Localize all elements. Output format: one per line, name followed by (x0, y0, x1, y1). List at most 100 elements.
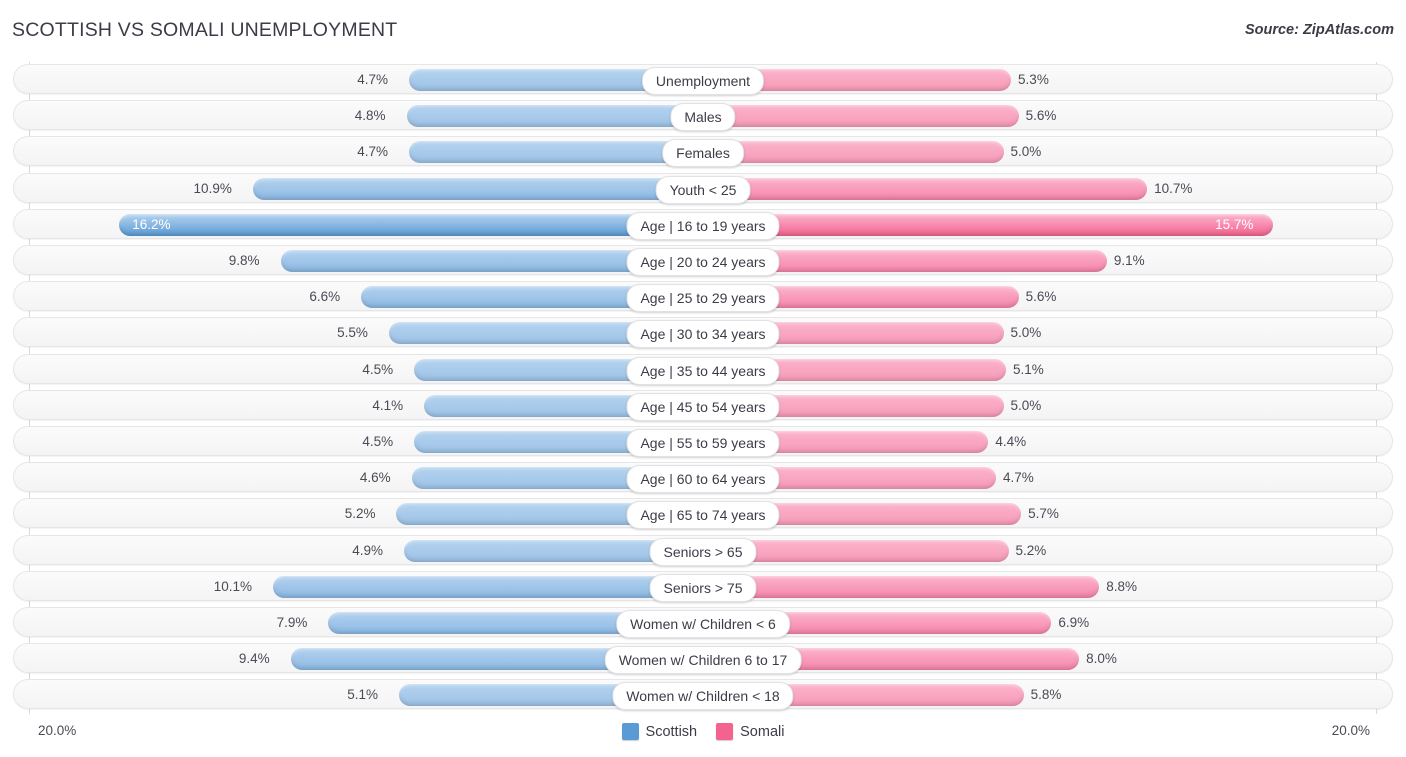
value-label-somali: 5.0% (1010, 144, 1042, 160)
category-label: Males (670, 103, 736, 132)
bar-scottish (252, 177, 702, 200)
value-label-scottish: 4.5% (362, 434, 394, 449)
table-row[interactable]: 10.9% 10.7% Youth < 25 (13, 172, 1393, 204)
value-label-scottish: 9.4% (238, 651, 270, 667)
bar-somali (703, 177, 1148, 200)
value-label-scottish: 4.9% (352, 542, 384, 558)
value-label-somali: 5.8% (1030, 687, 1062, 703)
value-label-somali: 8.0% (1086, 651, 1117, 667)
value-label-scottish: 9.8% (228, 253, 260, 268)
table-row[interactable]: 7.9% 6.9% Women w/ Children < 6 (13, 607, 1393, 638)
chart-header: SCOTTISH VS SOMALI UNEMPLOYMENT Source: … (0, 0, 1406, 60)
legend-item-somali[interactable]: Somali (716, 723, 784, 740)
value-label-somali: 5.0% (1010, 325, 1042, 341)
value-label-scottish: 10.9% (193, 180, 232, 196)
category-label: Women w/ Children 6 to 17 (604, 646, 802, 675)
value-label-somali: 4.7% (1002, 470, 1034, 486)
bar-scottish (272, 575, 702, 598)
value-label-somali: 5.0% (1010, 397, 1042, 413)
value-label-somali: 15.7% (1215, 216, 1254, 232)
category-label: Age | 65 to 74 years (626, 501, 780, 530)
table-row[interactable]: 4.7% 5.3% Unemployment (13, 64, 1393, 95)
bar-somali-fill (703, 213, 1274, 236)
chart-footer: 20.0% 20.0% Scottish Somali (0, 714, 1406, 757)
bar-somali (703, 575, 1100, 598)
category-label: Age | 16 to 19 years (626, 211, 780, 240)
bar-somali (703, 213, 1274, 236)
bar-scottish (409, 141, 702, 164)
category-label: Age | 45 to 54 years (626, 392, 780, 421)
category-label: Age | 35 to 44 years (626, 356, 780, 385)
table-row[interactable]: 5.5% 5.0% Age | 30 to 34 years (13, 317, 1393, 349)
table-row[interactable]: 4.5% 4.4% Age | 55 to 59 years (13, 426, 1393, 457)
table-row[interactable]: 5.1% 5.8% Women w/ Children < 18 (13, 679, 1393, 711)
value-label-somali: 5.6% (1025, 108, 1057, 124)
category-label: Females (662, 139, 744, 168)
category-label: Unemployment (641, 67, 765, 95)
value-label-scottish: 5.1% (347, 687, 378, 703)
legend-label-scottish: Scottish (645, 723, 698, 740)
value-label-somali: 9.1% (1113, 253, 1145, 268)
value-label-scottish: 4.5% (362, 361, 394, 377)
value-label-somali: 5.2% (1015, 542, 1047, 558)
value-label-scottish: 4.6% (359, 470, 391, 486)
bar-scottish (119, 213, 702, 236)
bar-scottish (406, 105, 702, 128)
table-row[interactable]: 16.2% 15.7% Age | 16 to 19 years (13, 208, 1393, 240)
category-label: Seniors > 65 (649, 537, 757, 566)
chart-legend: Scottish Somali (0, 723, 1406, 740)
table-row[interactable]: 4.6% 4.7% Age | 60 to 64 years (13, 462, 1393, 494)
category-label: Youth < 25 (655, 175, 751, 204)
value-label-scottish: 4.8% (354, 108, 386, 124)
value-label-somali: 6.9% (1058, 615, 1090, 630)
category-label: Age | 25 to 29 years (626, 284, 780, 313)
category-label: Women w/ Children < 6 (616, 610, 790, 638)
bar-scottish-fill (409, 141, 702, 164)
value-label-somali: 8.8% (1106, 578, 1138, 594)
value-label-scottish: 16.2% (132, 216, 171, 232)
bar-scottish-fill (119, 213, 702, 236)
bar-somali-fill (703, 105, 1019, 128)
value-label-somali: 5.6% (1025, 289, 1057, 305)
table-row[interactable]: 5.2% 5.7% Age | 65 to 74 years (13, 498, 1393, 530)
category-label: Age | 20 to 24 years (626, 248, 780, 276)
table-row[interactable]: 4.7% 5.0% Females (13, 136, 1393, 168)
table-row[interactable]: 6.6% 5.6% Age | 25 to 29 years (13, 281, 1393, 313)
value-label-scottish: 4.1% (372, 397, 404, 413)
value-label-scottish: 4.7% (357, 72, 389, 87)
bar-somali-fill (703, 575, 1100, 598)
value-label-somali: 5.3% (1018, 72, 1049, 87)
table-row[interactable]: 4.9% 5.2% Seniors > 65 (13, 534, 1393, 566)
category-label: Women w/ Children < 18 (612, 682, 794, 711)
diverging-bar-chart: 4.7% 5.3% Unemployment 4.8% 5.6% Males 4.7% 5.0… (0, 62, 1406, 714)
bar-somali-fill (703, 177, 1148, 200)
category-label: Age | 30 to 34 years (626, 320, 780, 349)
legend-label-somali: Somali (740, 723, 785, 740)
category-label: Age | 55 to 59 years (626, 429, 780, 457)
table-row[interactable]: 4.8% 5.6% Males (13, 100, 1393, 132)
value-label-scottish: 5.2% (344, 506, 376, 522)
value-label-scottish: 4.7% (357, 144, 389, 160)
category-label: Seniors > 75 (649, 573, 757, 602)
legend-item-scottish[interactable]: Scottish (621, 723, 698, 740)
source-attribution: Source: ZipAtlas.com (1244, 22, 1394, 38)
bar-somali (703, 105, 1019, 128)
value-label-somali: 10.7% (1154, 180, 1193, 196)
category-label: Age | 60 to 64 years (626, 465, 780, 494)
value-label-somali: 5.1% (1013, 361, 1044, 377)
table-row[interactable]: 9.4% 8.0% Women w/ Children 6 to 17 (13, 643, 1393, 675)
page-title: SCOTTISH VS SOMALI UNEMPLOYMENT (12, 19, 398, 41)
bar-scottish-fill (252, 177, 702, 200)
bar-scottish-fill (272, 575, 702, 598)
table-row[interactable]: 10.1% 8.8% Seniors > 75 (13, 570, 1393, 602)
value-label-scottish: 7.9% (276, 615, 308, 630)
value-label-somali: 4.4% (995, 434, 1027, 449)
bar-somali (703, 141, 1004, 164)
table-row[interactable]: 4.1% 5.0% Age | 45 to 54 years (13, 389, 1393, 421)
value-label-scottish: 6.6% (309, 289, 341, 305)
table-row[interactable]: 9.8% 9.1% Age | 20 to 24 years (13, 245, 1393, 276)
legend-swatch-scottish (621, 723, 639, 740)
bar-scottish-fill (406, 105, 702, 128)
value-label-scottish: 5.5% (337, 325, 368, 341)
table-row[interactable]: 4.5% 5.1% Age | 35 to 44 years (13, 353, 1393, 385)
